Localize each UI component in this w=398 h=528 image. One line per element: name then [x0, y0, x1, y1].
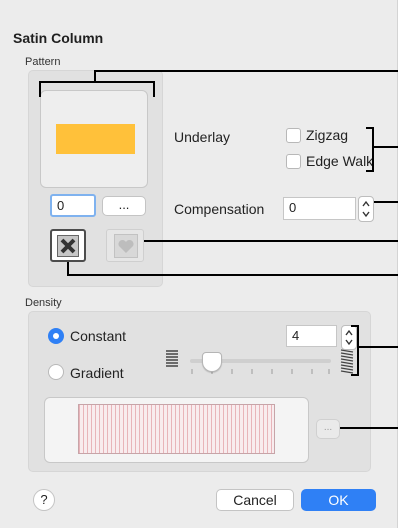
dialog-title: Satin Column [13, 30, 104, 46]
low-density-icon [166, 350, 178, 367]
callout-line [144, 240, 398, 242]
compensation-label: Compensation [174, 201, 265, 217]
density-value-field[interactable]: 4 [286, 325, 337, 347]
density-preview [44, 397, 309, 463]
high-density-icon [340, 349, 354, 374]
radio-dot [53, 333, 59, 339]
edge-walk-checkbox[interactable] [286, 154, 301, 169]
satin-column-dialog: Satin Column Pattern 0 ... Underlay Zigz… [0, 0, 398, 528]
pattern-preview[interactable] [40, 90, 148, 188]
constant-radio[interactable] [48, 328, 64, 344]
density-slider-thumb[interactable] [201, 352, 222, 372]
constant-label[interactable]: Constant [70, 328, 126, 344]
density-stitch-preview [78, 404, 275, 454]
density-preview-more-button[interactable]: ... [316, 419, 340, 439]
help-button[interactable]: ? [33, 489, 55, 511]
favorite-pattern-button[interactable] [106, 229, 144, 262]
compensation-stepper[interactable] [358, 196, 374, 222]
callout-line [373, 146, 398, 148]
ok-button[interactable]: OK [301, 489, 376, 511]
callout-line [374, 201, 398, 203]
zigzag-checkbox[interactable] [286, 128, 301, 143]
pattern-number-field[interactable]: 0 [50, 194, 96, 217]
compensation-field[interactable]: 0 [283, 197, 356, 220]
close-icon [57, 235, 79, 257]
cancel-button[interactable]: Cancel [216, 489, 294, 511]
density-stepper[interactable] [341, 325, 357, 350]
remove-pattern-button[interactable] [50, 229, 86, 262]
gradient-radio[interactable] [48, 364, 64, 380]
callout-line [366, 170, 374, 172]
callout-line [366, 127, 374, 129]
zigzag-label[interactable]: Zigzag [306, 127, 348, 143]
stepper-arrows-icon [345, 329, 353, 346]
pattern-swatch [56, 124, 135, 154]
edge-walk-label[interactable]: Edge Walk [306, 153, 373, 169]
underlay-label: Underlay [174, 129, 231, 145]
density-section-label: Density [25, 297, 62, 309]
stepper-arrows-icon [362, 200, 370, 218]
gradient-label[interactable]: Gradient [70, 365, 124, 381]
pattern-section-label: Pattern [25, 56, 61, 68]
heart-icon [114, 234, 138, 258]
pattern-more-button[interactable]: ... [102, 196, 146, 216]
